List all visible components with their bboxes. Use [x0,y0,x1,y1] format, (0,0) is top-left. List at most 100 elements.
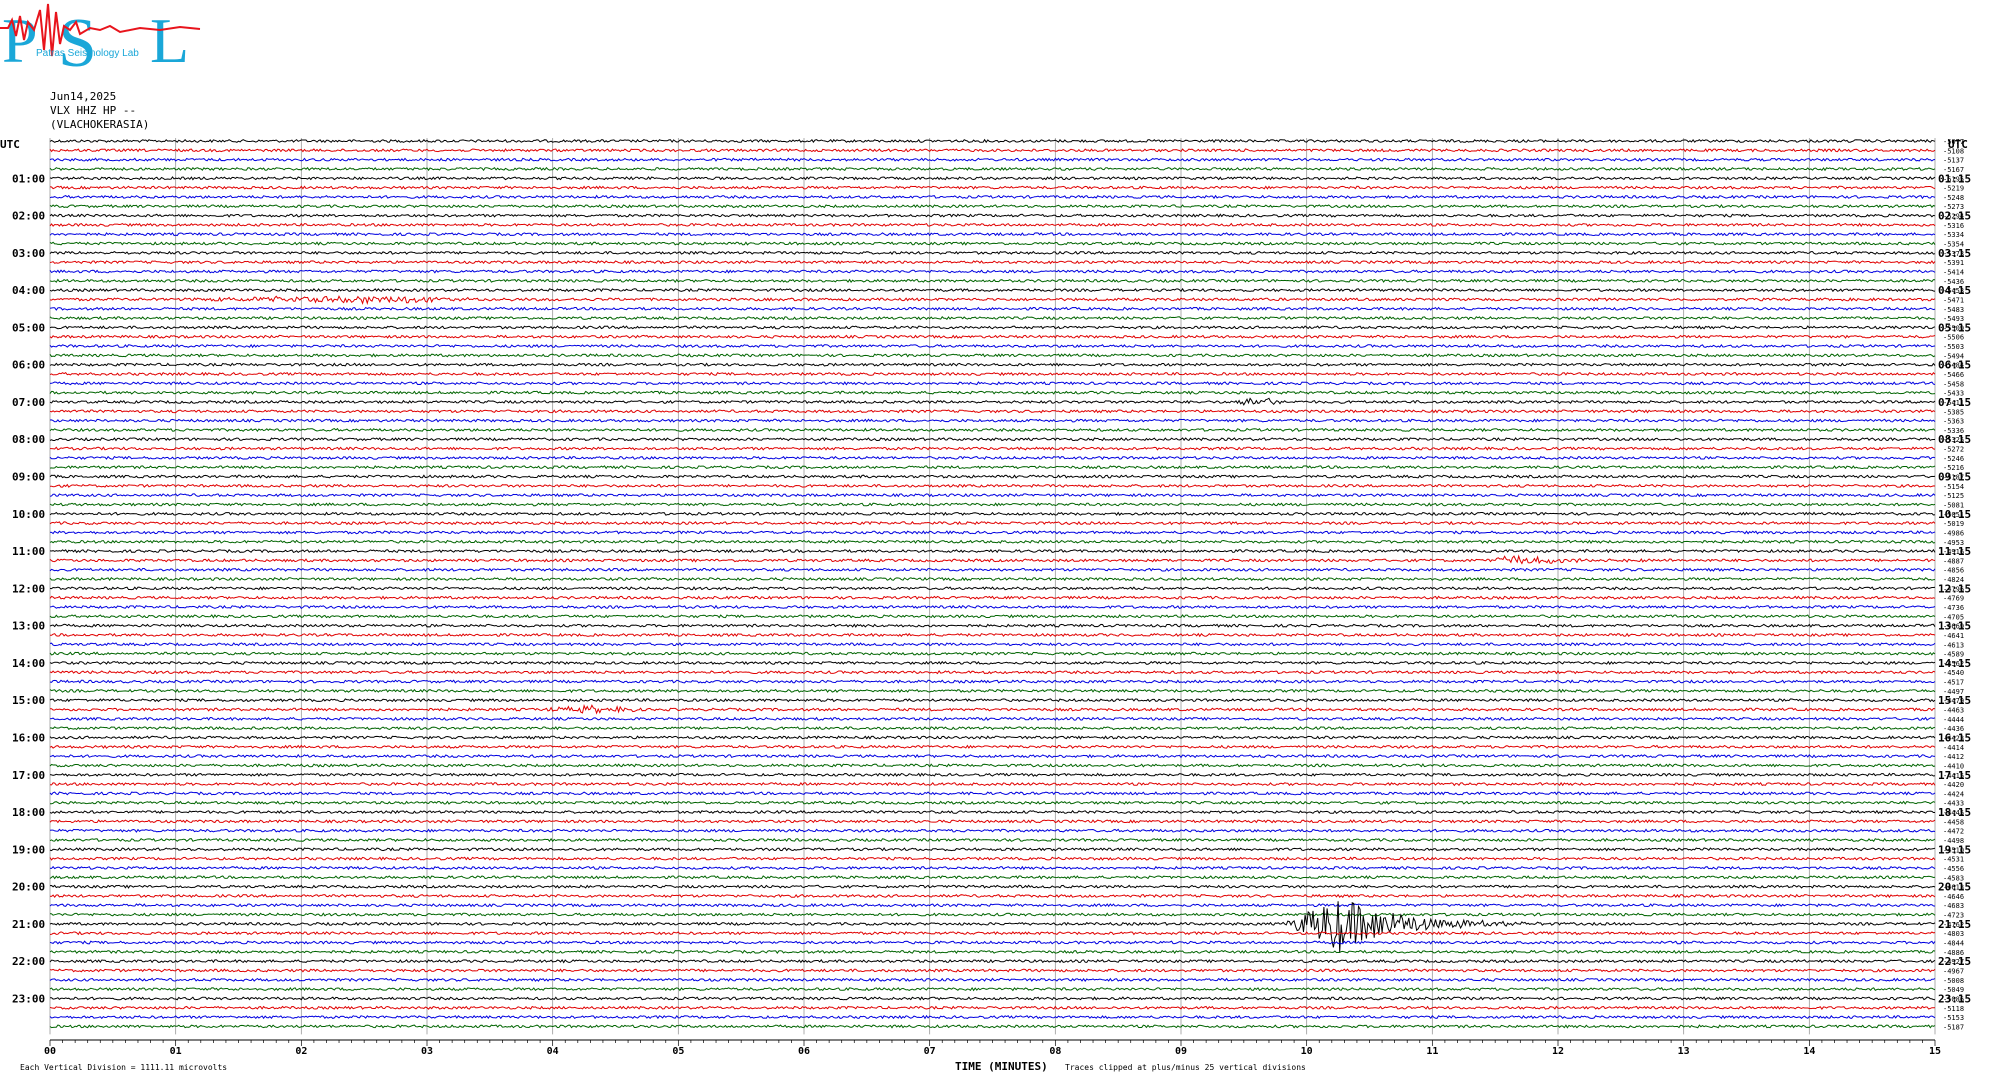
trace-line [49,176,1936,181]
right-hour-label: 11:15 [1938,545,1971,558]
trace-offset-label: -4458 [1943,818,1964,826]
trace-line [49,847,1936,852]
trace-line [49,865,1936,871]
trace-line [49,996,1936,1001]
left-hour-label: 18:00 [12,806,45,819]
right-hour-label: 14:15 [1938,657,1971,670]
trace-line [49,735,1936,740]
trace-offset-label: -5153 [1943,1014,1964,1022]
trace-line [49,893,1936,899]
left-hour-label: 17:00 [12,769,45,782]
footer-scale-note: Each Vertical Division = 1111.11 microvo… [20,1063,228,1072]
trace-offset-label: -4463 [1943,707,1964,715]
trace-offset-label: -5219 [1943,185,1964,193]
trace-line [49,362,1936,367]
trace-offset-label: -4517 [1943,679,1964,687]
trace-line [49,353,1936,358]
left-hour-label: 04:00 [12,284,45,297]
trace-line [49,1024,1936,1029]
trace-line [49,397,1936,406]
trace-offset-label: -5466 [1943,371,1964,379]
trace-line [49,343,1936,349]
trace-line [49,295,1936,305]
trace-line [49,418,1936,423]
trace-line [49,306,1936,312]
trace-line [49,148,1936,153]
trace-offset-label: -5154 [1943,483,1964,491]
right-hour-label: 15:15 [1938,694,1971,707]
trace-line [49,539,1936,545]
left-hour-label: 07:00 [12,396,45,409]
trace-line [49,511,1936,516]
trace-line [49,642,1936,647]
left-hour-label: 20:00 [12,881,45,894]
trace-offset-label: -4613 [1943,641,1964,649]
left-hour-label: 15:00 [12,694,45,707]
trace-offset-label: -4803 [1943,930,1964,938]
trace-line [49,819,1936,824]
trace-offset-label: -5363 [1943,418,1964,426]
left-hour-label: 16:00 [12,731,45,744]
trace-line [49,269,1936,274]
trace-offset-label: -4444 [1943,716,1964,724]
trace-line [49,390,1936,395]
trace-offset-label: -4856 [1943,567,1964,575]
x-tick-label: 04 [547,1046,559,1057]
trace-line [49,986,1936,992]
x-tick-label: 03 [421,1046,433,1057]
left-hour-label: 05:00 [12,321,45,334]
right-hour-label: 20:15 [1938,881,1971,894]
trace-line [49,670,1936,675]
trace-line [49,1014,1936,1020]
trace-line [49,698,1936,703]
trace-line [49,875,1936,880]
trace-line [49,222,1936,228]
x-tick-label: 02 [295,1046,307,1057]
trace-line [49,502,1936,507]
left-hour-label: 10:00 [12,508,45,521]
trace-line [49,157,1936,162]
trace-offset-label: -5019 [1943,520,1964,528]
right-hour-label: 17:15 [1938,769,1971,782]
trace-line [49,837,1936,843]
trace-offset-label: -4412 [1943,753,1964,761]
left-hour-label: 11:00 [12,545,45,558]
right-hour-label: 10:15 [1938,508,1971,521]
trace-line [49,203,1936,209]
left-hour-label: 08:00 [12,433,45,446]
trace-offset-label: -4540 [1943,669,1964,677]
left-hour-label: 22:00 [12,955,45,968]
trace-line [50,446,1936,451]
trace-line [49,437,1935,442]
trace-line [49,250,1936,255]
trace-line [49,520,1936,526]
trace-offset-label: -5108 [1943,147,1964,155]
trace-offset-label: -4424 [1943,790,1964,798]
trace-offset-label: -5458 [1943,380,1964,388]
x-tick-label: 13 [1678,1046,1690,1057]
trace-offset-label: -4472 [1943,828,1964,836]
right-hour-label: 13:15 [1938,620,1971,633]
right-hour-label: 19:15 [1938,843,1971,856]
x-tick-label: 07 [924,1046,936,1057]
left-hour-label: 14:00 [12,657,45,670]
trace-line [49,595,1936,600]
trace-offset-label: -4531 [1943,856,1964,864]
trace-line [49,791,1936,796]
trace-line [49,194,1936,200]
trace-offset-label: -4646 [1943,893,1964,901]
trace-offset-label: -4641 [1943,632,1964,640]
trace-line [49,901,1936,953]
trace-line [49,726,1936,731]
x-tick-label: 10 [1301,1046,1313,1057]
trace-line [49,763,1936,768]
trace-line [49,679,1936,684]
trace-offset-label: -5137 [1943,157,1964,165]
trace-line [49,278,1936,283]
right-hour-label: 05:15 [1938,321,1971,334]
right-hour-label: 04:15 [1938,284,1971,297]
x-tick-label: 15 [1929,1046,1941,1057]
trace-line [49,409,1936,414]
trace-line [49,772,1936,777]
trace-line [49,856,1936,861]
